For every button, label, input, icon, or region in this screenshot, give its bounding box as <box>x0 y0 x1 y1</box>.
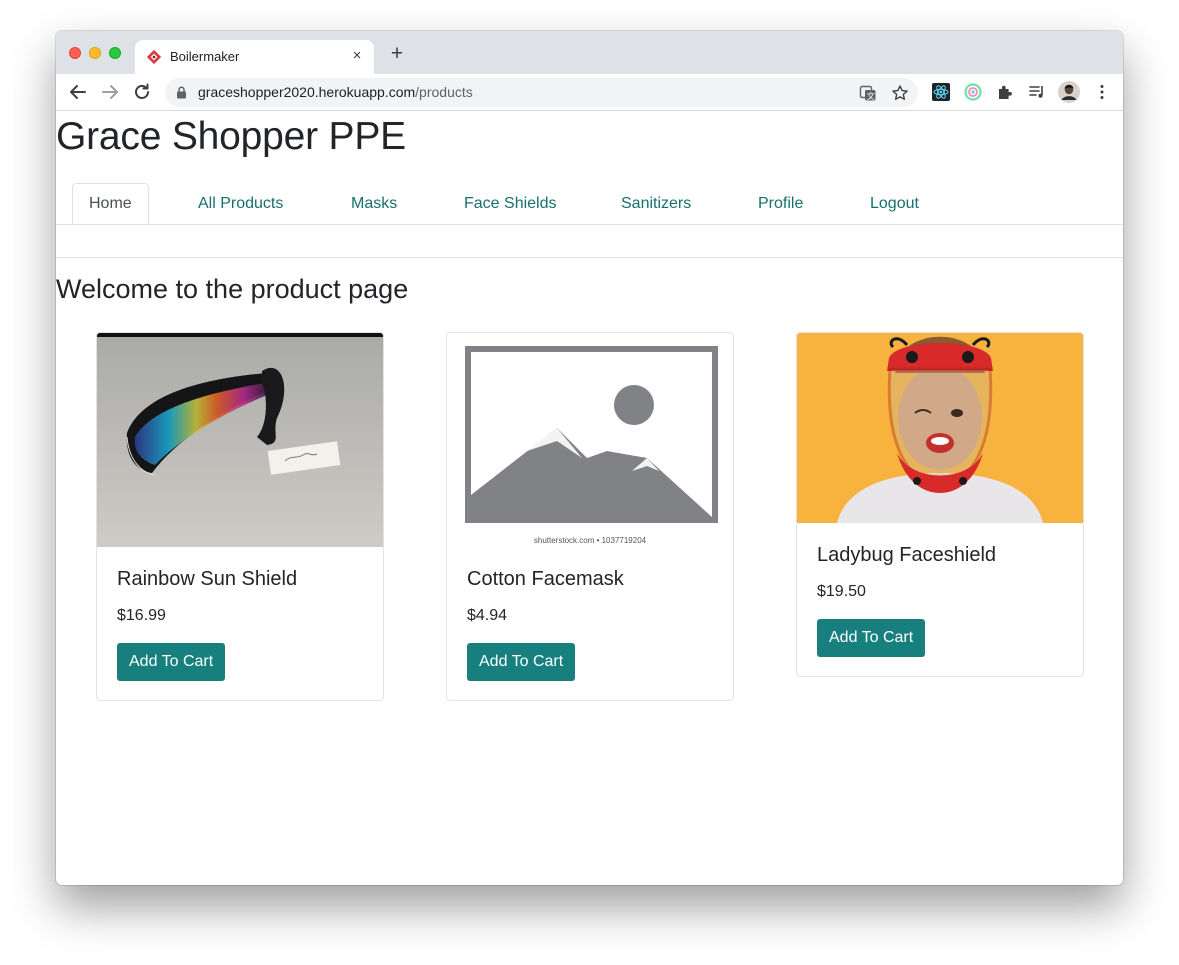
nav-all-products[interactable]: All Products <box>198 183 283 225</box>
react-devtools-icon[interactable] <box>931 82 951 102</box>
extension-ring-icon[interactable] <box>963 82 983 102</box>
product-name: Ladybug Faceshield <box>817 544 997 566</box>
product-name: Cotton Facemask <box>467 568 624 590</box>
site-title: Grace Shopper PPE <box>56 115 406 158</box>
placeholder-image[interactable]: shutterstock.com • 1037719204 <box>447 333 733 547</box>
nav-divider <box>56 224 1123 225</box>
extensions-puzzle-icon[interactable] <box>995 82 1015 102</box>
nav-profile[interactable]: Profile <box>758 183 803 225</box>
address-bar[interactable]: graceshopper2020.herokuapp.com/products … <box>165 78 918 107</box>
title-bar: Boilermaker × + <box>56 31 1123 74</box>
horizontal-rule <box>56 257 1123 258</box>
product-price: $4.94 <box>467 607 508 624</box>
profile-avatar[interactable] <box>1058 81 1080 103</box>
zoom-window-button[interactable] <box>109 47 121 59</box>
nav-home[interactable]: Home <box>72 183 149 225</box>
add-to-cart-button[interactable]: Add To Cart <box>117 643 226 681</box>
url-text: graceshopper2020.herokuapp.com/products <box>198 84 473 100</box>
more-menu-icon[interactable] <box>1092 82 1112 102</box>
lock-icon <box>177 86 186 99</box>
product-card: Rainbow Sun Shield $16.99 Add To Cart <box>96 332 384 701</box>
nav-logout[interactable]: Logout <box>870 183 919 225</box>
browser-tab[interactable]: Boilermaker × <box>135 40 374 74</box>
main-nav: Home All Products Masks Face Shields San… <box>56 183 1123 225</box>
bookmark-star-icon[interactable] <box>891 84 909 102</box>
page-content: Grace Shopper PPE Home All Products Mask… <box>56 111 1123 885</box>
product-name: Rainbow Sun Shield <box>117 568 298 590</box>
tab-title: Boilermaker <box>170 49 240 64</box>
product-price: $19.50 <box>817 583 866 600</box>
page-heading: Welcome to the product page <box>56 274 409 304</box>
nav-sanitizers[interactable]: Sanitizers <box>621 183 691 225</box>
add-to-cart-button[interactable]: Add To Cart <box>467 643 576 681</box>
close-window-button[interactable] <box>69 47 81 59</box>
image-watermark: shutterstock.com • 1037719204 <box>534 536 647 545</box>
add-to-cart-button[interactable]: Add To Cart <box>817 619 926 657</box>
rainbow-visor-image[interactable] <box>97 333 383 547</box>
ladybug-faceshield-image[interactable] <box>797 333 1083 523</box>
translate-icon[interactable]: 文 <box>859 84 877 102</box>
reload-icon[interactable] <box>130 80 154 104</box>
browser-toolbar: graceshopper2020.herokuapp.com/products … <box>56 74 1123 111</box>
minimize-window-button[interactable] <box>89 47 101 59</box>
new-tab-button[interactable]: + <box>386 43 408 65</box>
product-price: $16.99 <box>117 607 166 624</box>
nav-face-shields[interactable]: Face Shields <box>464 183 557 225</box>
back-arrow-icon[interactable] <box>66 80 90 104</box>
media-queue-icon[interactable] <box>1027 82 1047 102</box>
forward-arrow-icon[interactable] <box>98 80 122 104</box>
nav-masks[interactable]: Masks <box>351 183 397 225</box>
browser-window: Boilermaker × + graceshopper2020.herokua… <box>56 31 1123 885</box>
product-card: shutterstock.com • 1037719204 Cotton Fac… <box>446 332 734 701</box>
tab-close-icon[interactable]: × <box>348 47 366 65</box>
boilermaker-favicon-icon <box>147 50 161 64</box>
product-card: Ladybug Faceshield $19.50 Add To Cart <box>796 332 1084 677</box>
svg-text:文: 文 <box>867 91 875 101</box>
